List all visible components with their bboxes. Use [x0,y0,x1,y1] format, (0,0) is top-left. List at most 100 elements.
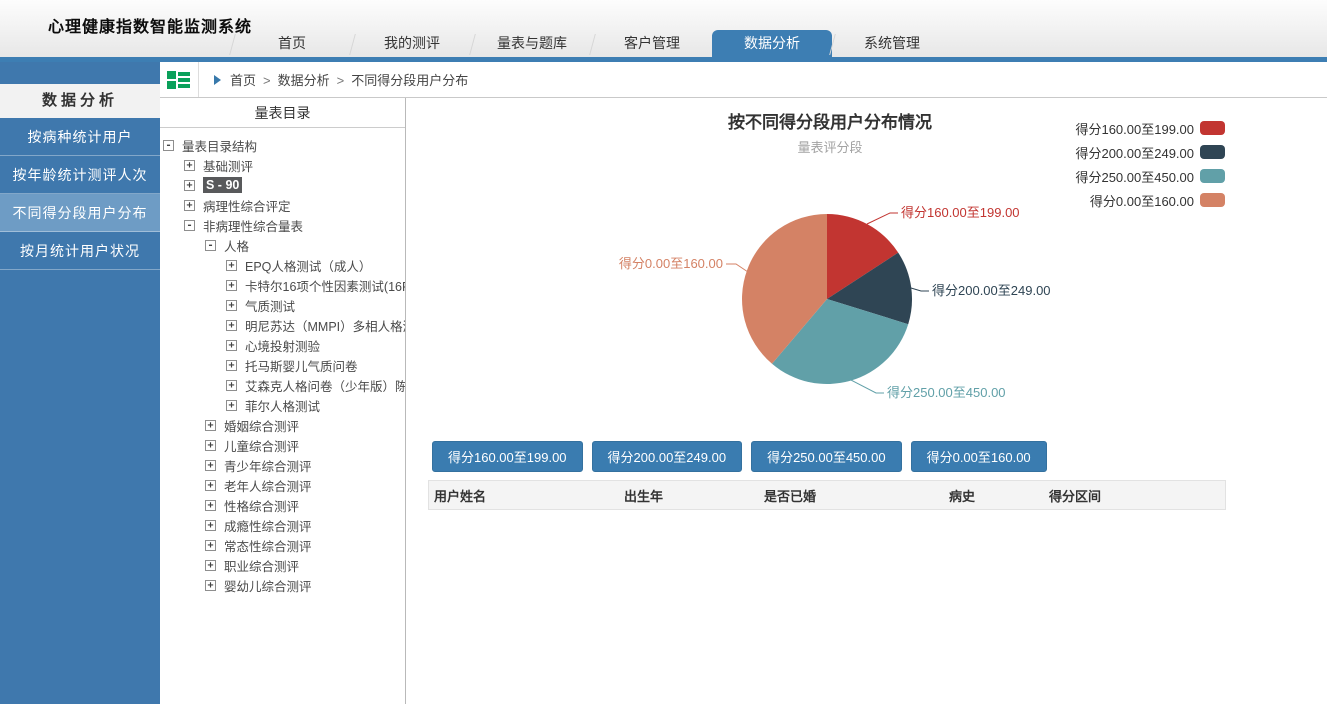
legend-swatch [1200,193,1225,207]
legend-item[interactable]: 得分200.00至249.00 [1075,140,1225,164]
tree-node[interactable]: +职业综合测评 [160,555,405,575]
tree-node[interactable]: + 婴幼儿综合测评 [160,575,405,595]
breadcrumb: 首页>数据分析>不同得分段用户分布 [230,70,468,90]
tree-node-label: 老年人综合测评 [224,476,312,495]
filter-button-score-0-160[interactable]: 得分0.00至160.00 [911,441,1047,472]
collapse-icon[interactable]: - [205,240,216,251]
expand-icon[interactable]: + [205,560,216,571]
tree-node[interactable]: + 老年人综合测评 [160,475,405,495]
results-table: 用户姓名出生年是否已婚病史得分区间 [428,480,1226,510]
expand-icon[interactable]: + [205,580,216,591]
tree-node-label: 人格 [224,236,249,255]
tree-node-label: 非病理性综合量表 [203,216,303,235]
tree-node[interactable]: +婚姻综合测评 [160,415,405,435]
tree-node[interactable]: +心境投射测验 [160,335,405,355]
tree-node[interactable]: +儿童综合测评 [160,435,405,455]
filter-button-score-250-450[interactable]: 得分250.00至450.00 [751,441,902,472]
tab-my-assessment[interactable]: 我的测评 [352,30,472,57]
tree-node[interactable]: + 气质测试 [160,295,405,315]
expand-icon[interactable]: + [205,440,216,451]
tree-node-label: 卡特尔16项个性因素测试(16PF [245,276,405,295]
legend-label: 得分250.00至450.00 [1075,167,1194,186]
breadcrumb-separator: > [263,73,271,88]
tree-node[interactable]: + 青少年综合测评 [160,455,405,475]
grid-list-icon [167,71,190,89]
sidebar-item-score-range-distribution[interactable]: 不同得分段用户分布 [0,194,160,232]
expand-icon[interactable]: + [205,520,216,531]
tree-node[interactable]: -非病理性综合量表 [160,215,405,235]
expand-icon[interactable]: + [205,540,216,551]
tab-system-management[interactable]: 系统管理 [832,30,952,57]
legend-item[interactable]: 得分0.00至160.00 [1075,188,1225,212]
breadcrumb-item[interactable]: 不同得分段用户分布 [351,73,468,88]
scale-directory-panel: 量表目录 -量表目录结构+基础测评+S - 90+病理性综合评定-非病理性综合量… [160,98,406,704]
tab-data-analysis[interactable]: 数据分析 [712,30,832,57]
expand-icon[interactable]: + [184,180,195,191]
sidebar-item-stats-by-month[interactable]: 按月统计用户状况 [0,232,160,270]
sidebar-item-stats-by-disease[interactable]: 按病种统计用户 [0,118,160,156]
sidebar-item-stats-by-age[interactable]: 按年龄统计测评人次 [0,156,160,194]
expand-icon[interactable]: + [226,380,237,391]
tree-node[interactable]: +性格综合测评 [160,495,405,515]
legend-item[interactable]: 得分160.00至199.00 [1075,116,1225,140]
expand-icon[interactable]: + [205,420,216,431]
expand-icon[interactable]: + [226,300,237,311]
tree-node[interactable]: + S - 90 [160,175,405,195]
legend-item[interactable]: 得分250.00至450.00 [1075,164,1225,188]
table-header-cell: 是否已婚 [759,486,944,505]
tree-node[interactable]: -量表目录结构 [160,135,405,155]
app-title: 心理健康指数智能监测系统 [48,13,252,37]
tree-node[interactable]: +艾森克人格问卷（少年版）陈仲 [160,375,405,395]
tree-node[interactable]: +EPQ人格测试（成人） [160,255,405,275]
expand-icon[interactable]: + [226,400,237,411]
expand-icon[interactable]: + [226,360,237,371]
tree-node[interactable]: + 病理性综合评定 [160,195,405,215]
tree-node[interactable]: +成瘾性综合测评 [160,515,405,535]
tree-node-label: 青少年综合测评 [224,456,312,475]
pie-label-line [867,213,898,224]
tree-node[interactable]: +明尼苏达（MMPI）多相人格测 [160,315,405,335]
filter-button-score-160-199[interactable]: 得分160.00至199.00 [432,441,583,472]
legend-label: 得分200.00至249.00 [1075,143,1194,162]
legend-label: 得分0.00至160.00 [1090,191,1194,210]
legend-swatch [1200,121,1225,135]
legend-swatch [1200,145,1225,159]
tree-node-label: 婴幼儿综合测评 [224,576,312,595]
tree-node-label: 量表目录结构 [182,136,257,155]
scale-directory-title: 量表目录 [160,98,405,128]
breadcrumb-item[interactable]: 数据分析 [278,73,330,88]
pie-label: 得分160.00至199.00 [901,205,1020,220]
scale-directory-tree: -量表目录结构+基础测评+S - 90+病理性综合评定-非病理性综合量表-人格+… [160,128,405,704]
tree-node[interactable]: +托马斯婴儿气质问卷 [160,355,405,375]
tree-node-label: 气质测试 [245,296,295,315]
tab-customer-management[interactable]: 客户管理 [592,30,712,57]
table-header-cell: 病史 [944,486,1044,505]
collapse-icon[interactable]: - [184,220,195,231]
tree-node[interactable]: + 卡特尔16项个性因素测试(16PF [160,275,405,295]
tree-node-label: 病理性综合评定 [203,196,291,215]
tree-node[interactable]: +常态性综合测评 [160,535,405,555]
expand-icon[interactable]: + [226,260,237,271]
expand-icon[interactable]: + [184,200,195,211]
tree-node-label: S - 90 [203,177,242,193]
expand-icon[interactable]: + [205,460,216,471]
tree-node-label: 基础测评 [203,156,253,175]
expand-icon[interactable]: + [205,480,216,491]
pie-label-line [911,288,929,291]
breadcrumb-bar: 首页>数据分析>不同得分段用户分布 [160,62,1327,98]
expand-icon[interactable]: + [184,160,195,171]
tab-scale-library[interactable]: 量表与题库 [472,30,592,57]
tree-node[interactable]: +菲尔人格测试 [160,395,405,415]
expand-icon[interactable]: + [226,320,237,331]
pie-label: 得分0.00至160.00 [619,256,723,271]
breadcrumb-item[interactable]: 首页 [230,73,256,88]
expand-icon[interactable]: + [226,280,237,291]
main-content: 得分160.00至199.00 得分200.00至249.00 得分250.00至4… [406,98,1327,704]
expand-icon[interactable]: + [226,340,237,351]
tree-node[interactable]: + 基础测评 [160,155,405,175]
collapse-icon[interactable]: - [163,140,174,151]
filter-button-score-200-249[interactable]: 得分200.00至249.00 [592,441,743,472]
tree-node[interactable]: -人格 [160,235,405,255]
tab-home[interactable]: 首页 [232,30,352,57]
expand-icon[interactable]: + [205,500,216,511]
